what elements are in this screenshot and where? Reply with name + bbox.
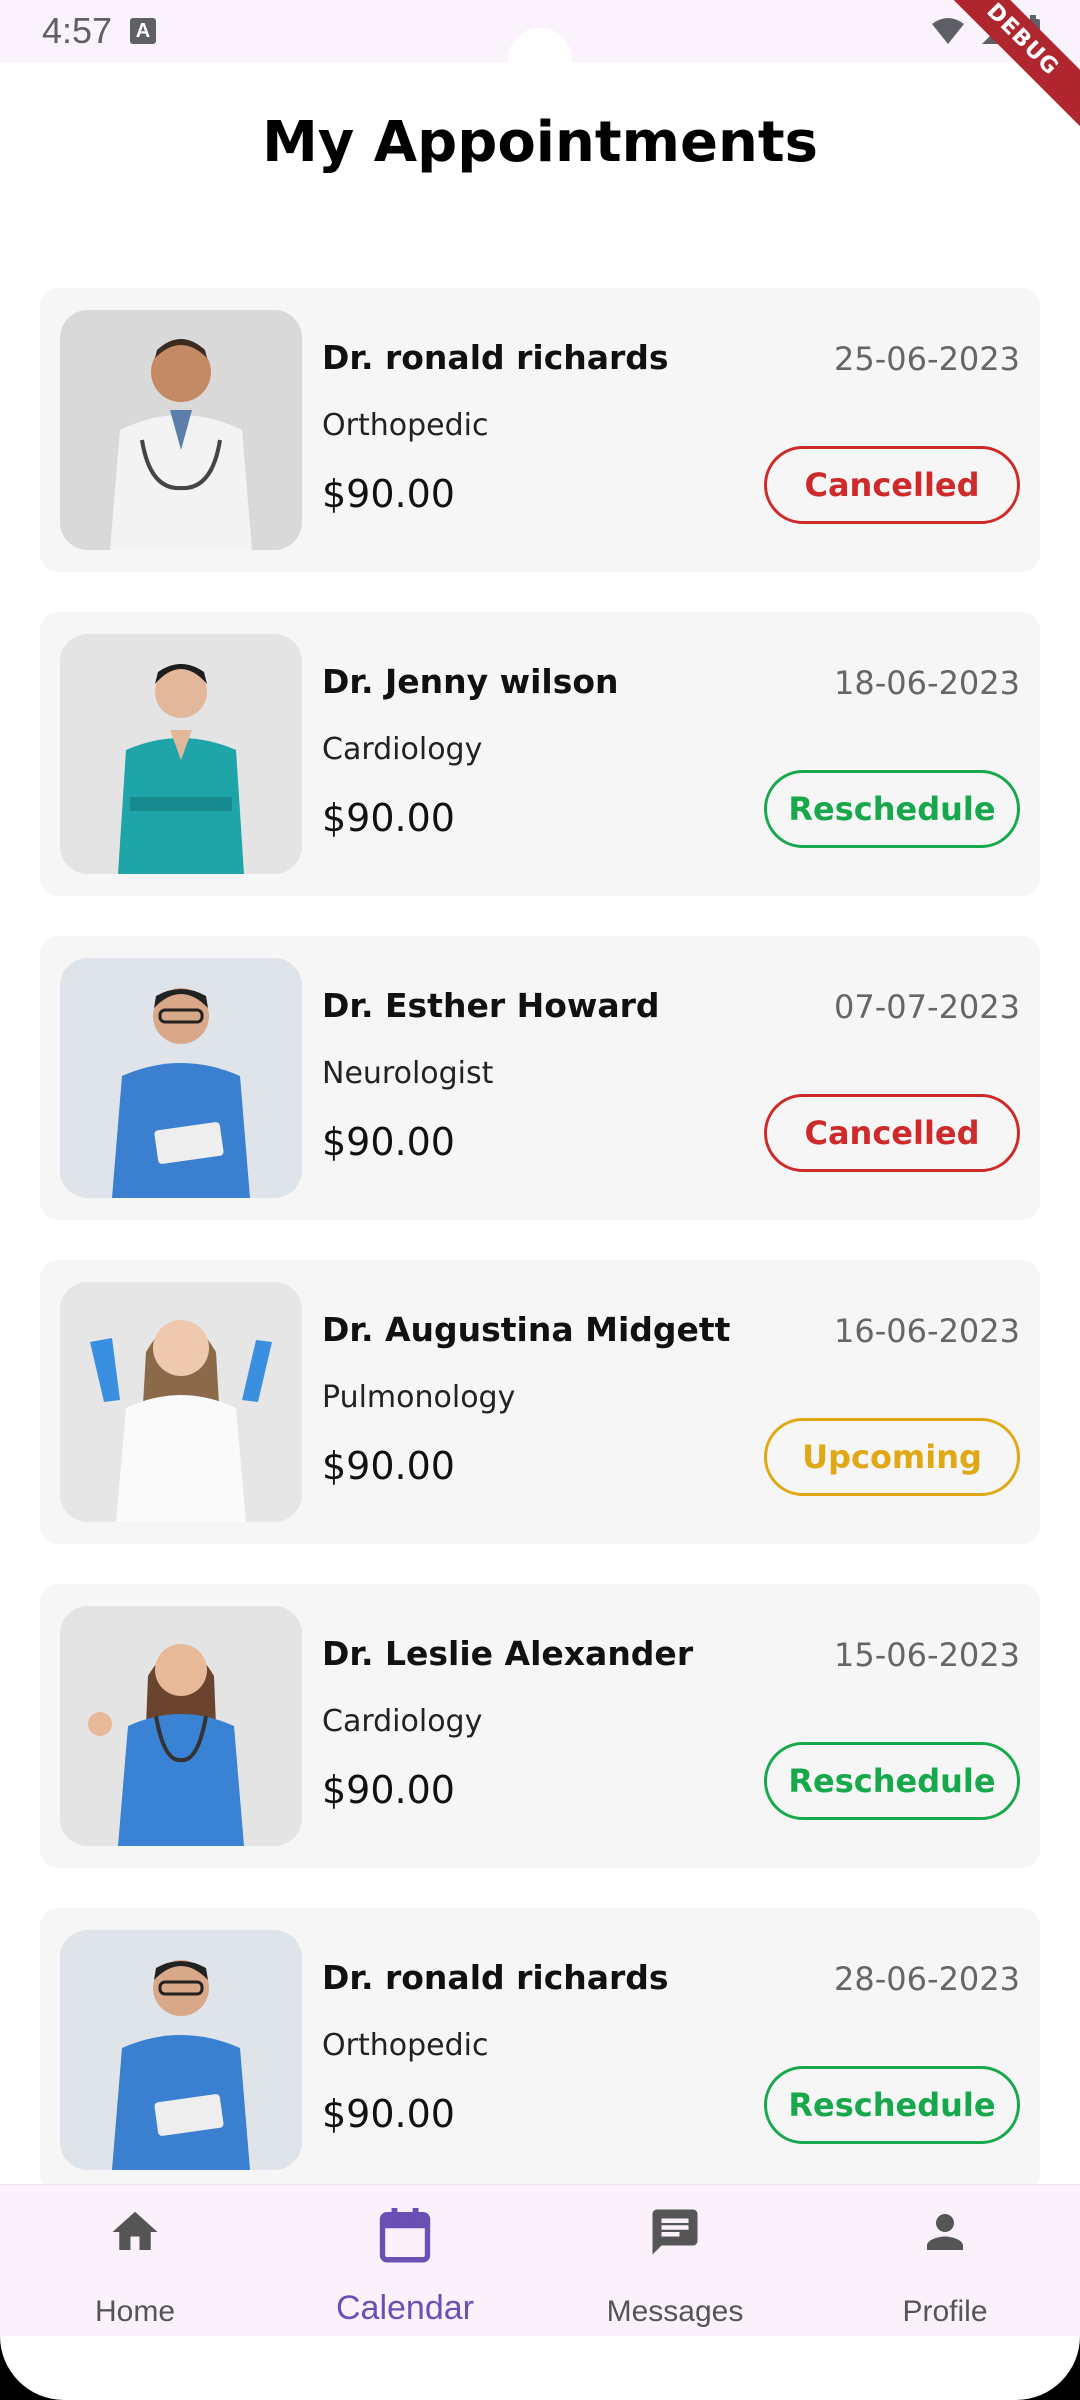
appointment-card[interactable]: Dr. Augustina Midgett Pulmonology $90.00…: [40, 1260, 1040, 1544]
app-screen: 4:57 A DEBUG My Appointments Dr. ronald …: [0, 0, 1080, 2400]
doctor-specialty: Cardiology: [322, 732, 483, 767]
messages-icon: [652, 2209, 698, 2255]
reschedule-button[interactable]: Reschedule: [764, 1742, 1020, 1820]
doctor-name: Dr. Augustina Midgett: [322, 1310, 731, 1349]
page-title: My Appointments: [262, 110, 818, 175]
appointment-card[interactable]: Dr. ronald richards Orthopedic $90.00 28…: [40, 1908, 1040, 2192]
appointment-card[interactable]: Dr. Jenny wilson Cardiology $90.00 18-06…: [40, 612, 1040, 896]
appointment-date: 18-06-2023: [834, 664, 1020, 702]
appointment-card[interactable]: Dr. Esther Howard Neurologist $90.00 07-…: [40, 936, 1040, 1220]
home-gesture-bar[interactable]: [398, 2363, 682, 2371]
profile-icon: [927, 2214, 963, 2250]
status-time: 4:57: [42, 10, 113, 51]
doctor-specialty: Orthopedic: [322, 408, 489, 443]
appointments-list: Dr. ronald richards Orthopedic $90.00 25…: [40, 288, 1040, 2232]
appointment-price: $90.00: [322, 796, 455, 840]
wifi-icon: [932, 18, 964, 44]
appointment-date: 16-06-2023: [834, 1312, 1020, 1350]
doctor-name: Dr. ronald richards: [322, 338, 669, 377]
doctor-name: Dr. Leslie Alexander: [322, 1634, 694, 1673]
status-button-cancelled[interactable]: Cancelled: [764, 1094, 1020, 1172]
doctor-name: Dr. Esther Howard: [322, 986, 660, 1025]
doctor-avatar: [60, 1282, 302, 1522]
notification-icon: A: [130, 18, 156, 44]
appointment-price: $90.00: [322, 2092, 455, 2136]
appointment-price: $90.00: [322, 472, 455, 516]
doctor-avatar: [60, 958, 302, 1198]
doctor-specialty: Pulmonology: [322, 1380, 516, 1415]
upcoming-status-button[interactable]: Upcoming: [764, 1418, 1020, 1496]
doctor-specialty: Orthopedic: [322, 2028, 489, 2063]
appointment-price: $90.00: [322, 1768, 455, 1812]
appointment-date: 25-06-2023: [834, 340, 1020, 378]
calendar-icon: [379, 2208, 431, 2263]
appointment-price: $90.00: [322, 1120, 455, 1164]
reschedule-button[interactable]: Reschedule: [764, 2066, 1020, 2144]
nav-label-messages: Messages: [606, 2295, 744, 2328]
appointment-card[interactable]: Dr. Leslie Alexander Cardiology $90.00 1…: [40, 1584, 1040, 1868]
nav-item-home[interactable]: Home: [0, 2185, 270, 2337]
appointment-date: 15-06-2023: [834, 1636, 1020, 1674]
doctor-specialty: Cardiology: [322, 1704, 483, 1739]
nav-label-calendar: Calendar: [336, 2289, 474, 2327]
nav-item-calendar[interactable]: Calendar: [270, 2185, 540, 2337]
doctor-avatar: [60, 634, 302, 874]
bottom-navigation: Home Calendar Messages Profile: [0, 2184, 1080, 2336]
nav-label-profile: Profile: [902, 2295, 988, 2328]
appointment-date: 07-07-2023: [834, 988, 1020, 1026]
doctor-specialty: Neurologist: [322, 1056, 494, 1091]
doctor-avatar: [60, 1930, 302, 2170]
reschedule-button[interactable]: Reschedule: [764, 770, 1020, 848]
appointment-date: 28-06-2023: [834, 1960, 1020, 1998]
doctor-name: Dr. Jenny wilson: [322, 662, 619, 701]
status-button-cancelled[interactable]: Cancelled: [764, 446, 1020, 524]
doctor-avatar: [60, 1606, 302, 1846]
nav-label-home: Home: [94, 2295, 176, 2328]
nav-item-messages[interactable]: Messages: [540, 2185, 810, 2337]
appointment-card[interactable]: Dr. ronald richards Orthopedic $90.00 25…: [40, 288, 1040, 572]
nav-item-profile[interactable]: Profile: [810, 2185, 1080, 2337]
appointment-price: $90.00: [322, 1444, 455, 1488]
camera-notch: [508, 28, 572, 92]
home-icon: [112, 2211, 158, 2250]
doctor-avatar: [60, 310, 302, 550]
doctor-name: Dr. ronald richards: [322, 1958, 669, 1997]
